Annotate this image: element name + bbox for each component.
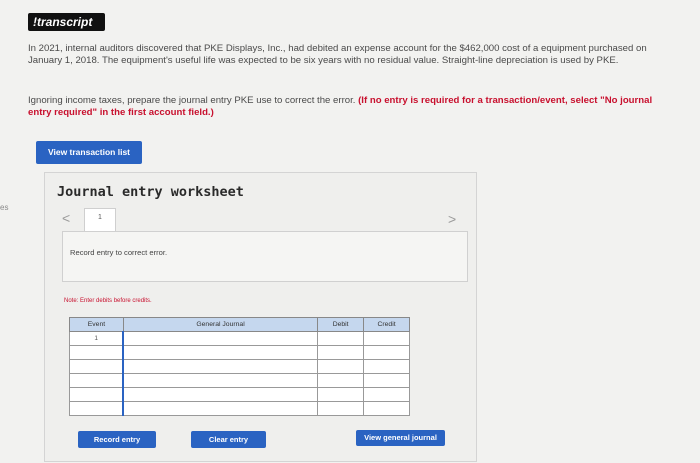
header-debit: Debit: [317, 317, 365, 332]
credit-field[interactable]: [363, 331, 410, 346]
account-field[interactable]: [122, 387, 319, 402]
header-event: Event: [69, 317, 124, 332]
account-field[interactable]: [122, 345, 319, 360]
event-cell: 1: [69, 331, 124, 346]
debit-field[interactable]: [317, 359, 365, 374]
transcript-badge: !transcript: [28, 13, 105, 31]
event-cell: [69, 387, 124, 402]
event-cell: [69, 373, 124, 388]
debits-note: Note: Enter debits before credits.: [64, 298, 152, 304]
debit-field[interactable]: [317, 387, 365, 402]
clear-entry-button[interactable]: Clear entry: [191, 431, 266, 448]
journal-table: Event General Journal Debit Credit 1: [69, 317, 410, 416]
worksheet-title: Journal entry worksheet: [57, 184, 244, 200]
header-credit: Credit: [363, 317, 410, 332]
table-row: [69, 359, 410, 374]
account-field[interactable]: [122, 331, 319, 346]
event-cell: [69, 359, 124, 374]
credit-field[interactable]: [363, 345, 410, 360]
credit-field[interactable]: [363, 401, 410, 416]
credit-field[interactable]: [363, 387, 410, 402]
page-tab-1[interactable]: 1: [84, 208, 116, 232]
table-row: [69, 345, 410, 360]
debit-field[interactable]: [317, 331, 365, 346]
table-row: [69, 373, 410, 388]
debit-field[interactable]: [317, 345, 365, 360]
view-general-journal-button[interactable]: View general journal: [356, 430, 445, 446]
chevron-left-icon[interactable]: <: [62, 211, 70, 225]
event-cell: [69, 401, 124, 416]
view-transaction-list-button[interactable]: View transaction list: [36, 141, 142, 164]
debit-field[interactable]: [317, 401, 365, 416]
event-cell: [69, 345, 124, 360]
credit-field[interactable]: [363, 373, 410, 388]
table-row: [69, 401, 410, 416]
chevron-right-icon[interactable]: >: [448, 212, 456, 226]
account-field[interactable]: [122, 401, 319, 416]
debit-field[interactable]: [317, 373, 365, 388]
account-field[interactable]: [122, 359, 319, 374]
table-row: 1: [69, 331, 410, 346]
entry-description: Record entry to correct error.: [70, 248, 168, 257]
problem-text: In 2021, internal auditors discovered th…: [28, 43, 647, 66]
instruction-main: Ignoring income taxes, prepare the journ…: [28, 95, 356, 106]
side-label: es: [0, 203, 9, 212]
header-general-journal: General Journal: [122, 317, 319, 332]
instruction-text: Ignoring income taxes, prepare the journ…: [28, 95, 658, 118]
account-field[interactable]: [122, 373, 319, 388]
record-entry-button[interactable]: Record entry: [78, 431, 156, 448]
table-row: [69, 387, 410, 402]
credit-field[interactable]: [363, 359, 410, 374]
